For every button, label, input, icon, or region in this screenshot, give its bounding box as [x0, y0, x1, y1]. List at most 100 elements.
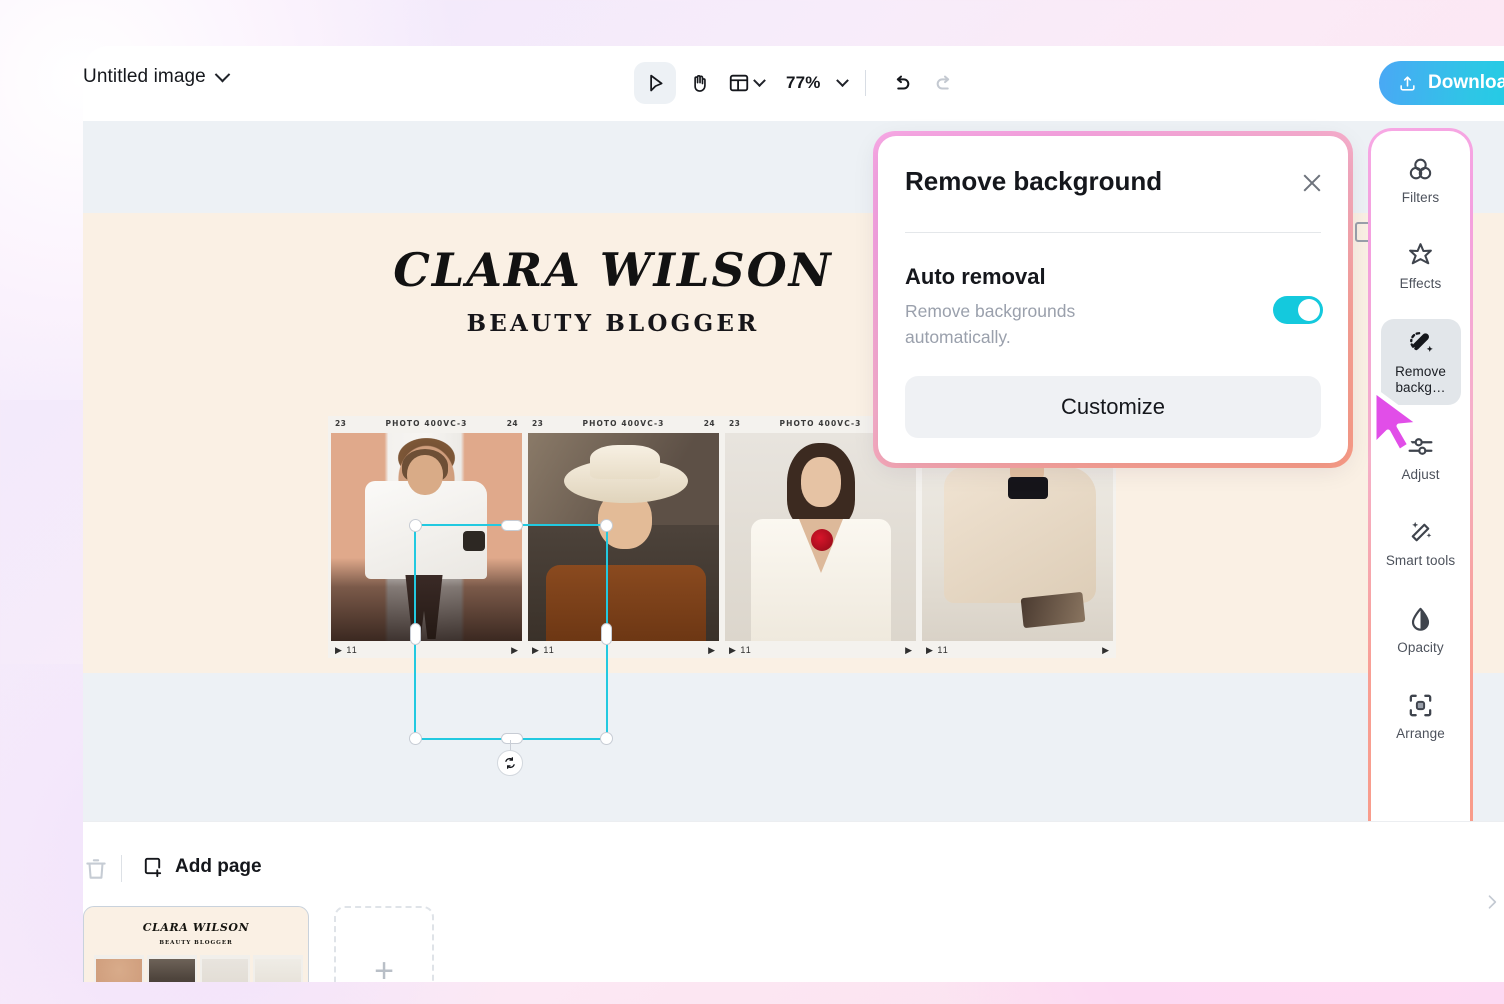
sidebar-item-label: Adjust [1401, 466, 1440, 482]
sidebar-item-effects[interactable]: Effects [1381, 232, 1461, 300]
sidebar-item-label: Effects [1399, 276, 1442, 292]
arrange-icon [1409, 694, 1432, 717]
layout-tool-button[interactable] [722, 62, 768, 104]
photo2-hat-crown [590, 445, 660, 479]
sidebar-item-smart-tools[interactable]: Smart tools [1381, 509, 1461, 577]
thumbnail-film-strip [94, 955, 303, 982]
thumbnail-frame-1 [94, 955, 144, 982]
film-frame-footer: ▶ 11 ▶ [525, 643, 722, 657]
sidebar-item-opacity[interactable]: Opacity [1381, 596, 1461, 664]
bottom-bar-divider [121, 855, 122, 882]
frame-center-label: PHOTO 400VC-3 [582, 419, 665, 428]
download-button-label: Download a [1428, 72, 1504, 93]
remove-background-dialog: Remove background Auto removal Remove ba… [878, 136, 1348, 463]
chevron-down-icon[interactable] [835, 73, 849, 87]
remove-background-icon [1409, 332, 1433, 352]
frame-bottom-left: ▶ 11 [926, 645, 949, 655]
download-button[interactable]: Download a [1379, 61, 1504, 105]
rotate-icon [505, 757, 515, 769]
thumbnail-photo-3 [202, 959, 248, 982]
sidebar-item-label: Smart tools [1385, 553, 1456, 569]
next-page-arrow[interactable] [1472, 872, 1504, 932]
zoom-level-value: 77% [786, 73, 821, 92]
frame-bottom-right: ▶ [905, 645, 912, 655]
photo-image-1[interactable] [331, 433, 522, 641]
toolbar-divider [864, 70, 866, 96]
frame-bottom-left: ▶ 11 [532, 645, 555, 655]
sidebar-item-label: Opacity [1397, 639, 1444, 655]
add-page-label: Add page [175, 855, 262, 877]
frame-bottom-right: ▶ [708, 645, 715, 655]
zoom-control[interactable]: 77% [770, 62, 851, 104]
dialog-divider [905, 232, 1321, 233]
photo4-magazine [1020, 591, 1086, 629]
thumbnail-subtitle: BEAUTY BLOGGER [159, 940, 233, 946]
chevron-right-icon [1488, 895, 1497, 909]
right-sidebar: Filters Effects Remove backg… Adjust Sma… [1371, 131, 1470, 870]
right-sidebar-highlight: Filters Effects Remove backg… Adjust Sma… [1368, 128, 1473, 873]
add-page-button[interactable]: Add page [141, 855, 262, 878]
undo-button[interactable] [880, 62, 922, 104]
auto-removal-title: Auto removal [905, 264, 1046, 289]
thumbnail-frame-4 [253, 955, 303, 982]
frame-bottom-right: ▶ [1102, 645, 1109, 655]
frame-center-label: PHOTO 400VC-3 [385, 419, 468, 428]
film-frame-2[interactable]: 23 PHOTO 400VC-3 24 ▶ 11 ▶ [525, 416, 722, 658]
smart-tools-icon [1411, 522, 1432, 542]
bottom-bar: Add page CLARA WILSON BEAUTY BLOGGER + [83, 821, 1504, 982]
close-icon[interactable] [1297, 168, 1327, 198]
remove-background-dialog-highlight: Remove background Auto removal Remove ba… [873, 131, 1353, 468]
plus-icon: + [374, 952, 394, 982]
hand-tool-button[interactable] [678, 62, 720, 104]
resize-handle-bottom-right[interactable] [600, 732, 613, 745]
opacity-icon [1411, 607, 1430, 631]
sidebar-item-filters[interactable]: Filters [1381, 146, 1461, 214]
effects-icon [1409, 243, 1432, 265]
resize-handle-bottom[interactable] [501, 733, 523, 744]
page-thumbnail-1[interactable]: CLARA WILSON BEAUTY BLOGGER [83, 906, 309, 982]
sidebar-item-label: Filters [1401, 190, 1440, 205]
photo-image-2[interactable] [528, 433, 719, 641]
select-tool-button[interactable] [634, 62, 676, 104]
upload-icon [1400, 75, 1415, 91]
film-frame-footer: ▶ 11 ▶ [722, 643, 919, 657]
app-window: Untitled image 77% Downloa CLARA WILSON … [83, 46, 1504, 982]
add-page-placeholder[interactable]: + [334, 906, 434, 982]
film-frame-header: 23 PHOTO 400VC-3 24 [328, 418, 525, 432]
document-title: Untitled image [83, 66, 206, 87]
chevron-down-icon[interactable] [753, 73, 766, 87]
filters-icon [1409, 158, 1432, 180]
photo3-face [801, 457, 841, 507]
auto-removal-toggle[interactable] [1273, 296, 1323, 324]
top-toolbar: Untitled image 77% Downloa [83, 46, 1504, 121]
rotate-handle[interactable] [497, 750, 523, 776]
photo1-bag [463, 531, 485, 551]
thumbnail-photo-2 [149, 959, 195, 982]
film-frame-footer: ▶ 11 ▶ [328, 643, 525, 657]
tool-cluster: 77% [634, 60, 966, 106]
film-frame-1[interactable]: 23 PHOTO 400VC-3 24 ▶ 11 ▶ [328, 416, 525, 658]
toggle-knob [1298, 299, 1320, 321]
redo-button[interactable] [924, 62, 966, 104]
photo2-coat [546, 565, 706, 641]
thumbnail-photo-1 [96, 959, 142, 982]
thumbnail-frame-2 [147, 955, 197, 982]
photo1-head [407, 455, 443, 495]
chevron-down-icon[interactable] [214, 66, 231, 82]
photo1-coat [365, 481, 487, 579]
frame-right-number: 24 [703, 419, 715, 428]
document-title-group[interactable]: Untitled image [83, 66, 231, 88]
thumbnail-frame-3 [200, 955, 250, 982]
add-page-icon [144, 857, 162, 878]
sidebar-item-label: Arrange [1396, 726, 1445, 742]
dialog-title: Remove background [905, 166, 1163, 196]
sidebar-item-arrange[interactable]: Arrange [1381, 682, 1461, 750]
frame-bottom-left: ▶ 11 [729, 645, 752, 655]
photo3-rose [811, 529, 833, 551]
film-frame-footer: ▶ 11 ▶ [919, 643, 1116, 657]
customize-button[interactable]: Customize [905, 376, 1321, 438]
trash-icon[interactable] [83, 856, 109, 882]
resize-handle-bottom-left[interactable] [409, 732, 422, 745]
frame-bottom-left: ▶ 11 [335, 645, 358, 655]
photo1-legs [405, 575, 443, 639]
